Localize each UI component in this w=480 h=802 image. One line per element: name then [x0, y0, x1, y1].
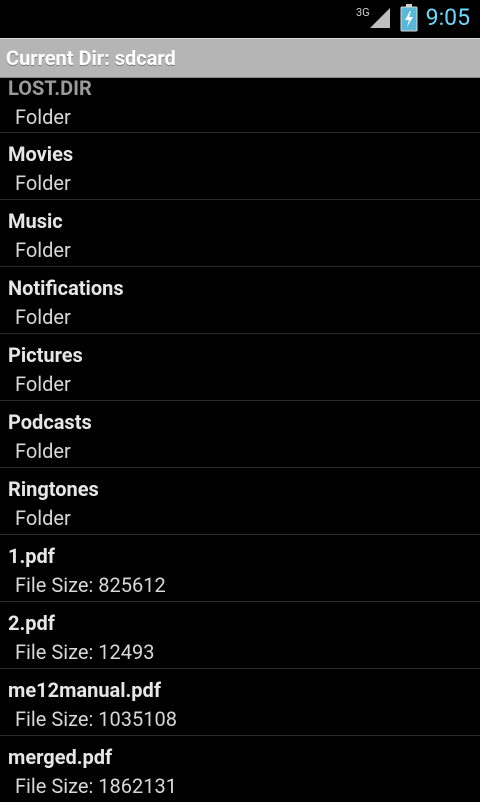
item-name: Podcasts	[8, 410, 92, 434]
list-item[interactable]: Music Folder	[0, 200, 480, 267]
battery-charging-icon	[400, 4, 418, 32]
list-item[interactable]: Notifications Folder	[0, 267, 480, 334]
list-item[interactable]: Movies Folder	[0, 133, 480, 200]
clock: 9:05	[425, 4, 470, 31]
item-detail: Folder	[15, 439, 71, 463]
item-detail: File Size: 12493	[15, 640, 155, 664]
item-name: 2.pdf	[8, 611, 55, 635]
item-detail: File Size: 825612	[15, 573, 166, 597]
item-name: Music	[8, 209, 63, 233]
list-item[interactable]: Podcasts Folder	[0, 401, 480, 468]
status-bar: 3G 9:05	[0, 0, 480, 38]
item-name: me12manual.pdf	[8, 678, 161, 702]
item-name: 1.pdf	[8, 544, 55, 568]
item-detail: File Size: 1862131	[15, 774, 177, 798]
item-name: Notifications	[8, 276, 124, 300]
item-detail: Folder	[15, 105, 71, 129]
item-name: Ringtones	[8, 477, 99, 501]
item-detail: Folder	[15, 506, 71, 530]
list-item[interactable]: 2.pdf File Size: 12493	[0, 602, 480, 669]
list-item[interactable]: merged.pdf File Size: 1862131	[0, 736, 480, 802]
item-detail: Folder	[15, 372, 71, 396]
list-item[interactable]: me12manual.pdf File Size: 1035108	[0, 669, 480, 736]
status-icons: 3G 9:05	[346, 4, 470, 32]
item-name: merged.pdf	[8, 745, 113, 769]
title-bar: Current Dir: sdcard	[0, 38, 480, 78]
list-item[interactable]: Pictures Folder	[0, 334, 480, 401]
item-detail: Folder	[15, 305, 71, 329]
item-name: Pictures	[8, 343, 83, 367]
list-item[interactable]: 1.pdf File Size: 825612	[0, 535, 480, 602]
list-item[interactable]: LOST.DIR Folder	[0, 78, 480, 133]
page-title: Current Dir: sdcard	[6, 46, 176, 70]
file-list[interactable]: LOST.DIR Folder Movies Folder Music Fold…	[0, 78, 480, 802]
item-detail: File Size: 1035108	[15, 707, 177, 731]
item-detail: Folder	[15, 238, 71, 262]
list-item[interactable]: Ringtones Folder	[0, 468, 480, 535]
item-detail: Folder	[15, 171, 71, 195]
item-name: LOST.DIR	[8, 78, 92, 100]
item-name: Movies	[8, 142, 74, 166]
signal-icon	[368, 6, 392, 30]
